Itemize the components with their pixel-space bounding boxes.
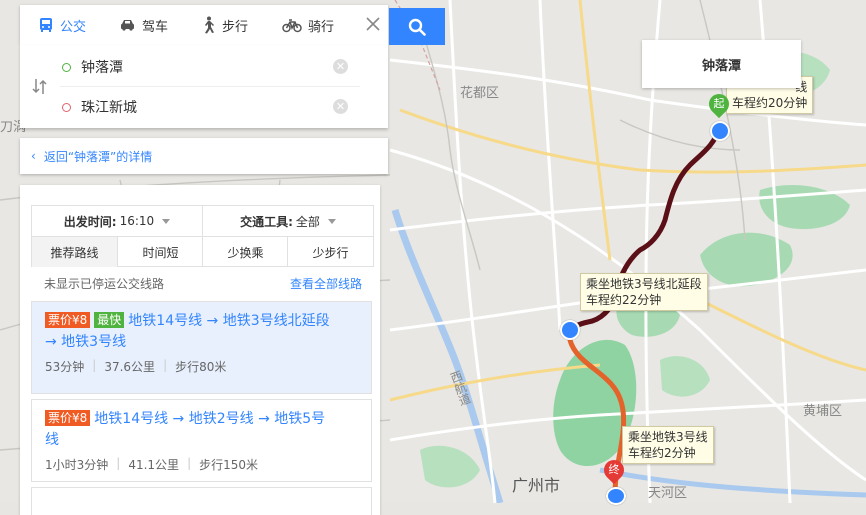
route-inputs: 钟落潭 ✕ 珠江新城 ✕ <box>20 45 388 128</box>
end-marker-label: 终 <box>608 463 620 476</box>
fare-badge: 票价¥8 <box>45 312 91 328</box>
route-plan-2[interactable]: 票价¥8 地铁14号线 → 地铁2号线 → 地铁5号线 1小时3分钟 | 41.1公… <box>31 399 372 482</box>
plan-distance: 37.6公里 <box>104 360 156 374</box>
place-popup-title: 钟落潭 <box>701 58 741 74</box>
close-button[interactable] <box>362 13 384 35</box>
plan-walk: 步行80米 <box>175 360 227 374</box>
results-panel: 出发时间: 16:10 交通工具: 全部 推荐路线 时间短 少换乘 少步行 未显… <box>20 185 380 515</box>
walk-icon <box>200 16 216 34</box>
route-plan-1[interactable]: 票价¥8 最快 地铁14号线 → 地铁3号线北延段 → 地铁3号线 53分钟 | 37… <box>31 301 372 394</box>
plan-meta: 53分钟 | 37.6公里 | 步行80米 <box>45 358 227 374</box>
plan-distance: 41.1公里 <box>128 458 180 472</box>
start-marker-label: 起 <box>713 97 725 110</box>
back-bar[interactable]: ‹ 返回“钟落潭”的详情 <box>20 138 388 174</box>
fastest-badge: 最快 <box>94 312 125 328</box>
tab-label: 公交 <box>60 19 87 35</box>
clear-destination-button[interactable]: ✕ <box>333 99 348 114</box>
tip-text: 车程约2分钟 <box>628 446 696 460</box>
plan-title[interactable]: 票价¥8 最快 地铁14号线 → 地铁3号线北延段 → 地铁3号线 <box>45 311 335 353</box>
sort-recommended[interactable]: 推荐路线 <box>32 237 117 267</box>
origin-dot <box>62 62 71 72</box>
district-label-huangpu: 黄埔区 <box>803 404 843 419</box>
sort-least-walking[interactable]: 少步行 <box>287 237 373 267</box>
notice-text: 未显示已停运公交线路 <box>44 276 165 291</box>
map-route-tip-bottom: 乘坐地铁3号线 车程约2分钟 <box>622 426 714 464</box>
destination-value: 珠江新城 <box>81 100 137 116</box>
show-all-routes-link[interactable]: 查看全部线路 <box>290 275 362 292</box>
tab-car[interactable]: 驾车 <box>119 5 168 45</box>
bike-icon <box>282 17 302 33</box>
tip-text: 车程约20分钟 <box>732 96 808 110</box>
sort-fewest-transfers[interactable]: 少换乘 <box>202 237 288 267</box>
sort-options: 推荐路线 时间短 少换乘 少步行 <box>32 237 373 267</box>
sort-fastest[interactable]: 时间短 <box>117 237 203 267</box>
depart-time-dropdown[interactable]: 出发时间: 16:10 <box>32 206 202 236</box>
tab-label: 步行 <box>222 19 249 35</box>
destination-field[interactable]: 珠江新城 <box>62 89 362 125</box>
bus-icon <box>38 17 54 33</box>
end-marker[interactable]: 终 <box>599 455 629 485</box>
filter-box: 出发时间: 16:10 交通工具: 全部 推荐路线 时间短 少换乘 少步行 <box>31 205 374 267</box>
clear-origin-button[interactable]: ✕ <box>333 59 348 74</box>
car-icon <box>119 17 136 33</box>
close-icon <box>366 17 380 31</box>
tool-label: 交通工具: <box>240 214 293 229</box>
tip-text: 车程约22分钟 <box>586 293 662 307</box>
tool-value: 全部 <box>295 214 320 229</box>
search-button[interactable] <box>389 8 445 45</box>
notice-bar: 未显示已停运公交线路 查看全部线路 <box>31 272 372 294</box>
swap-icon <box>32 79 47 94</box>
back-link[interactable]: 返回“钟落潭”的详情 <box>44 148 152 165</box>
destination-dot <box>62 102 71 112</box>
chevron-left-icon: ‹ <box>31 149 36 163</box>
tab-walk[interactable]: 步行 <box>200 5 248 45</box>
origin-field[interactable]: 钟落潭 <box>62 49 362 85</box>
tab-label: 驾车 <box>142 19 169 35</box>
station-bus-icon[interactable] <box>606 487 626 505</box>
plan-title[interactable]: 票价¥8 地铁14号线 → 地铁2号线 → 地铁5号线 <box>45 409 335 451</box>
caret-down-icon <box>327 218 336 224</box>
transport-tool-dropdown[interactable]: 交通工具: 全部 <box>202 206 373 236</box>
district-label-tianhe: 天河区 <box>648 486 688 501</box>
search-icon <box>408 18 426 36</box>
start-marker[interactable]: 起 <box>704 89 734 119</box>
route-plan-3-partial[interactable] <box>31 487 372 515</box>
plan-duration: 53分钟 <box>45 360 85 374</box>
filter-row-top: 出发时间: 16:10 交通工具: 全部 <box>32 206 373 237</box>
caret-down-icon <box>162 218 171 224</box>
tip-text: 乘坐地铁3号线 <box>628 430 708 444</box>
fare-badge: 票价¥8 <box>45 410 91 426</box>
city-label-guangzhou: 广州市 <box>512 476 561 495</box>
station-bus-icon[interactable] <box>710 121 730 141</box>
origin-value: 钟落潭 <box>81 60 123 76</box>
plan-meta: 1小时3分钟 | 41.1公里 | 步行150米 <box>45 456 259 472</box>
map-route-tip-middle: 乘坐地铁3号线北延段 车程约22分钟 <box>580 273 708 311</box>
tab-bus[interactable]: 公交 <box>38 5 86 45</box>
plan-duration: 1小时3分钟 <box>45 458 109 472</box>
tip-text: 乘坐地铁3号线北延段 <box>586 277 702 291</box>
plan-walk: 步行150米 <box>199 458 259 472</box>
place-popup[interactable]: 钟落潭 <box>642 40 801 88</box>
station-bus-icon[interactable] <box>560 320 580 340</box>
tab-bike[interactable]: 骑行 <box>282 5 334 45</box>
tab-label: 骑行 <box>308 19 335 35</box>
transport-mode-tabs: 公交 驾车 步行 骑行 <box>20 5 388 46</box>
swap-button[interactable] <box>32 77 48 97</box>
depart-label: 出发时间: <box>63 214 117 229</box>
district-label-huadu: 花都区 <box>460 86 500 101</box>
input-divider <box>60 86 360 87</box>
depart-value: 16:10 <box>119 214 155 228</box>
